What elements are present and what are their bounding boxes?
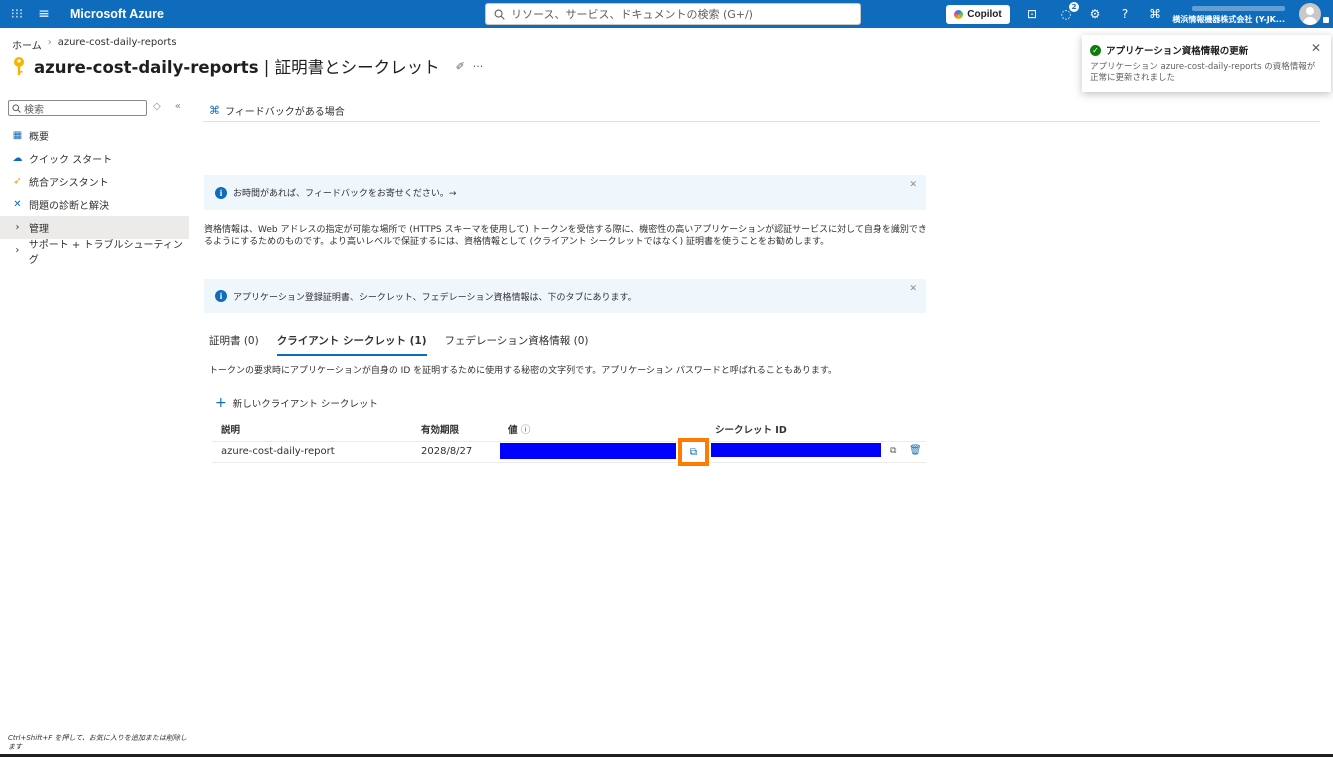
- cloud-shell-icon[interactable]: ⊡: [1024, 6, 1040, 22]
- account-org: 横浜情報機器株式会社 (Y-JK...: [1172, 15, 1285, 24]
- menu-icon[interactable]: ≡: [32, 6, 56, 22]
- page-title: azure-cost-daily-reports | 証明書とシークレット: [34, 54, 440, 78]
- overview-icon: ▦: [12, 130, 23, 141]
- sidebar-item-diagnose[interactable]: ✕ 問題の診断と解決: [0, 193, 189, 216]
- info-icon[interactable]: ⓘ: [521, 425, 531, 436]
- account-email-redacted: [1192, 6, 1285, 11]
- sidebar-item-overview[interactable]: ▦ 概要: [0, 124, 189, 147]
- copy-icon: ⧉: [689, 446, 698, 458]
- sidebar-item-integration-assistant[interactable]: ➶ 統合アシスタント: [0, 170, 189, 193]
- credential-tabs: 証明書 (0) クライアント シークレット (1) フェデレーション資格情報 (…: [209, 333, 589, 356]
- plus-icon: +: [215, 395, 227, 411]
- secret-expires: 2028/8/27: [421, 446, 473, 457]
- tab-client-secrets[interactable]: クライアント シークレット (1): [276, 333, 427, 356]
- title-separator: |: [258, 58, 275, 77]
- tab-certificates[interactable]: 証明書 (0): [209, 333, 259, 356]
- command-bar: ⌘ フィードバックがある場合: [203, 100, 1320, 122]
- copy-value-button[interactable]: ⧉: [678, 438, 709, 466]
- app-launcher-icon[interactable]: ⁝⁝⁝: [2, 7, 32, 22]
- copy-id-icon[interactable]: ⧉: [890, 446, 896, 456]
- sidebar-item-label: 統合アシスタント: [29, 178, 109, 189]
- sidebar-item-label: クイック スタート: [29, 155, 113, 166]
- notifications-icon[interactable]: ◌ 2: [1058, 2, 1079, 22]
- copilot-button[interactable]: Copilot: [946, 5, 1010, 24]
- sidebar-item-support[interactable]: › サポート + トラブルシューティング: [0, 239, 189, 266]
- breadcrumb-current[interactable]: azure-cost-daily-reports: [58, 37, 177, 52]
- key-icon: [14, 57, 24, 75]
- toast-message: アプリケーション azure-cost-daily-reports の資格情報が…: [1090, 62, 1316, 83]
- secret-value-redacted: [500, 443, 676, 459]
- tabs-info-banner: i アプリケーション登録証明書、シークレット、フェデレーション資格情報は、下のタ…: [204, 279, 926, 313]
- search-icon: [494, 9, 505, 20]
- sidebar-nav: ▦ 概要 ☁ クイック スタート ➶ 統合アシスタント ✕ 問題の診断と解決 › 管理 ›…: [0, 124, 189, 266]
- page-header: azure-cost-daily-reports | 証明書とシークレット ✐ …: [12, 54, 483, 78]
- column-header-description: 説明: [221, 425, 241, 436]
- column-header-secret-id: シークレット ID: [715, 425, 787, 436]
- feedback-icon: ⌘: [209, 104, 220, 117]
- cloud-icon: ☁: [12, 153, 23, 164]
- toast-header: ✓ アプリケーション資格情報の更新: [1090, 43, 1323, 57]
- rocket-icon: ➶: [13, 176, 22, 187]
- column-header-expires: 有効期限: [421, 425, 460, 436]
- search-icon: [12, 103, 21, 113]
- global-search-input[interactable]: リソース、サービス、ドキュメントの検索 (G+/): [485, 3, 861, 25]
- sidebar-controls: ◇ «: [153, 101, 181, 112]
- feedback-button[interactable]: フィードバックがある場合: [225, 103, 345, 118]
- new-client-secret-button[interactable]: + 新しいクライアント シークレット: [215, 396, 378, 410]
- new-client-secret-label: 新しいクライアント シークレット: [232, 399, 378, 410]
- breadcrumb-separator-icon: ›: [47, 37, 52, 48]
- info-icon: i: [215, 290, 227, 302]
- avatar[interactable]: [1299, 3, 1321, 25]
- secret-description: azure-cost-daily-report: [221, 446, 335, 457]
- tab-federated-credentials[interactable]: フェデレーション資格情報 (0): [445, 333, 589, 356]
- notification-badge: 2: [1069, 2, 1079, 12]
- more-options-icon[interactable]: ···: [473, 60, 484, 73]
- toast-title: アプリケーション資格情報の更新: [1106, 46, 1249, 57]
- sidebar-item-label: 管理: [29, 224, 49, 235]
- info-icon: i: [215, 186, 227, 199]
- chevron-right-icon: ›: [15, 245, 20, 256]
- tabs-info-text: アプリケーション登録証明書、シークレット、フェデレーション資格情報は、下のタブに…: [233, 292, 637, 303]
- column-header-value: 値 ⓘ: [508, 422, 530, 436]
- success-check-icon: ✓: [1090, 44, 1101, 56]
- page-name: 証明書とシークレット: [274, 58, 440, 77]
- search-placeholder: リソース、サービス、ドキュメントの検索 (G+/): [511, 8, 753, 21]
- tab-description: トークンの要求時にアプリケーションが自身の ID を証明するために使用する秘密の…: [209, 366, 838, 376]
- app-name: azure-cost-daily-reports: [34, 58, 259, 77]
- sidebar-search-input[interactable]: 検索: [8, 100, 147, 116]
- close-icon[interactable]: ✕: [909, 180, 917, 190]
- feedback-banner-text[interactable]: お時間があれば、フィードバックをお寄せください。→: [233, 186, 456, 199]
- collapse-sidebar-icon[interactable]: «: [175, 101, 181, 112]
- settings-gear-icon[interactable]: ⚙: [1087, 6, 1103, 22]
- sidebar-item-label: 問題の診断と解決: [29, 201, 109, 212]
- account-info[interactable]: 横浜情報機器株式会社 (Y-JK...: [1160, 4, 1285, 25]
- brand-title[interactable]: Microsoft Azure: [70, 7, 164, 21]
- delete-icon[interactable]: 🗑: [909, 445, 922, 456]
- status-hint: Ctrl+Shift+F を押して、お気に入りを追加または削除します: [8, 734, 187, 751]
- breadcrumb: ホーム › azure-cost-daily-reports: [12, 37, 177, 52]
- chevron-right-icon: ›: [15, 222, 20, 233]
- sidebar-item-label: 概要: [29, 132, 49, 143]
- copilot-label: Copilot: [967, 9, 1002, 20]
- pin-icon[interactable]: ✐: [456, 60, 465, 73]
- copilot-icon: [954, 10, 964, 19]
- close-icon[interactable]: ✕: [1311, 41, 1321, 55]
- breadcrumb-home[interactable]: ホーム: [12, 37, 42, 52]
- close-icon[interactable]: ✕: [909, 284, 917, 294]
- expand-collapse-icon[interactable]: ◇: [153, 101, 161, 112]
- sidebar-search-placeholder: 検索: [24, 104, 44, 116]
- credentials-description: 資格情報は、Web アドレスの指定が可能な場所で (HTTPS スキーマを使用し…: [204, 225, 927, 247]
- secret-id-redacted: [711, 443, 881, 457]
- column-header-value-label: 値: [508, 425, 518, 436]
- sidebar-item-quickstart[interactable]: ☁ クイック スタート: [0, 147, 189, 170]
- sidebar-item-label: サポート + トラブルシューティング: [28, 239, 183, 266]
- feedback-banner: i お時間があれば、フィードバックをお寄せください。→ ✕: [204, 175, 926, 210]
- help-icon[interactable]: ?: [1117, 6, 1133, 22]
- wrench-icon: ✕: [13, 199, 22, 210]
- lock-icon: [1323, 17, 1329, 23]
- notification-toast: ✓ アプリケーション資格情報の更新 ✕ アプリケーション azure-cost-…: [1082, 35, 1331, 92]
